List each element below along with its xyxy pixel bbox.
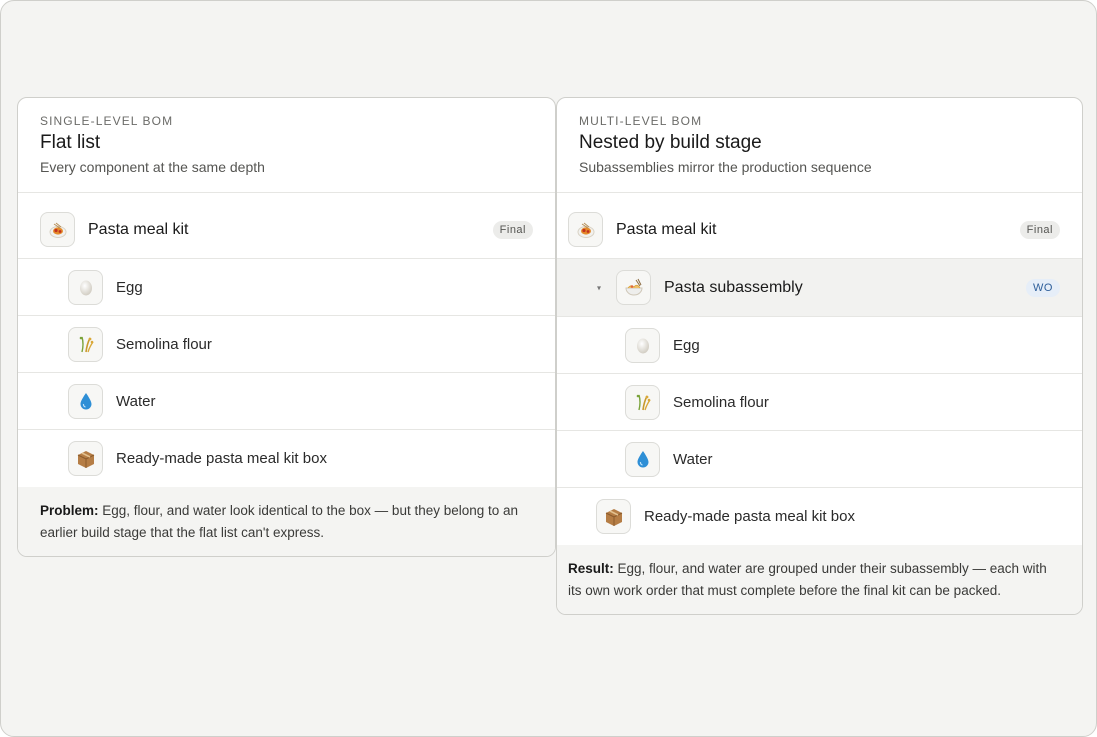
bom-row-egg: Egg [557,317,1082,374]
egg-icon [625,327,660,363]
wheat-icon [68,326,103,362]
canvas: SINGLE-LEVEL BOM Flat list Every compone… [0,0,1097,737]
card-header: MULTI-LEVEL BOM Nested by build stage Su… [557,98,1082,193]
water-drop-icon [68,383,103,419]
bom-row-pasta-subassembly[interactable]: ▾ Pasta subassembly WO [557,259,1082,317]
card-title: Nested by build stage [579,132,762,153]
bom-item-label: Semolina flour [116,335,212,353]
bom-item-label: Water [116,392,156,410]
water-drop-icon [625,441,660,477]
bom-tree: Pasta meal kit Final ▾ Pasta subassembly… [557,193,1082,545]
bom-row-meal-kit-box: Ready-made pasta meal kit box [18,430,555,487]
bom-item-label: Pasta meal kit [88,220,189,238]
bom-item-label: Pasta subassembly [664,278,803,296]
bom-row-meal-kit-box: Ready-made pasta meal kit box [557,488,1082,545]
final-badge: Final [492,220,533,239]
wheat-icon [625,384,660,420]
bom-row-water: Water [557,431,1082,488]
bom-item-label: Ready-made pasta meal kit box [644,508,855,525]
box-icon [596,499,631,534]
bom-item-label: Pasta meal kit [616,220,717,238]
egg-icon [68,269,103,305]
work-order-badge: WO [1026,278,1060,297]
note-text: Egg, flour, and water look identical to … [40,503,519,540]
bom-item-label: Ready-made pasta meal kit box [116,450,327,467]
bom-row-water: Water [18,373,555,430]
problem-note: Problem: Egg, flour, and water look iden… [18,487,555,556]
card-title: Flat list [40,132,101,153]
chevron-down-icon[interactable]: ▾ [597,283,601,292]
bom-item-label: Semolina flour [673,393,769,411]
card-subtitle: Subassemblies mirror the production sequ… [579,159,872,175]
bom-row-pasta-meal-kit: Pasta meal kit Final [18,201,555,259]
bom-row-semolina-flour: Semolina flour [18,316,555,373]
pasta-plate-icon [40,212,75,247]
result-note: Result: Egg, flour, and water are groupe… [557,545,1082,614]
noodle-bowl-icon [616,270,651,305]
card-eyebrow: SINGLE-LEVEL BOM [40,114,174,128]
card-header: SINGLE-LEVEL BOM Flat list Every compone… [18,98,555,193]
bom-item-label: Egg [673,336,700,354]
bom-item-label: Water [673,450,713,468]
bom-list: Pasta meal kit Final Egg Semolina flour [18,193,555,487]
card-subtitle: Every component at the same depth [40,159,265,175]
note-text: Egg, flour, and water are grouped under … [568,561,1047,598]
final-badge: Final [1019,220,1060,239]
bom-row-semolina-flour: Semolina flour [557,374,1082,431]
note-lead: Problem: [40,503,99,518]
pasta-plate-icon [568,212,603,247]
bom-item-label: Egg [116,278,143,296]
note-lead: Result: [568,561,614,576]
bom-row-pasta-meal-kit: Pasta meal kit Final [557,201,1082,259]
bom-row-egg: Egg [18,259,555,316]
card-eyebrow: MULTI-LEVEL BOM [579,114,703,128]
single-level-bom-card: SINGLE-LEVEL BOM Flat list Every compone… [17,97,556,557]
multi-level-bom-card: MULTI-LEVEL BOM Nested by build stage Su… [556,97,1083,615]
box-icon [68,441,103,476]
